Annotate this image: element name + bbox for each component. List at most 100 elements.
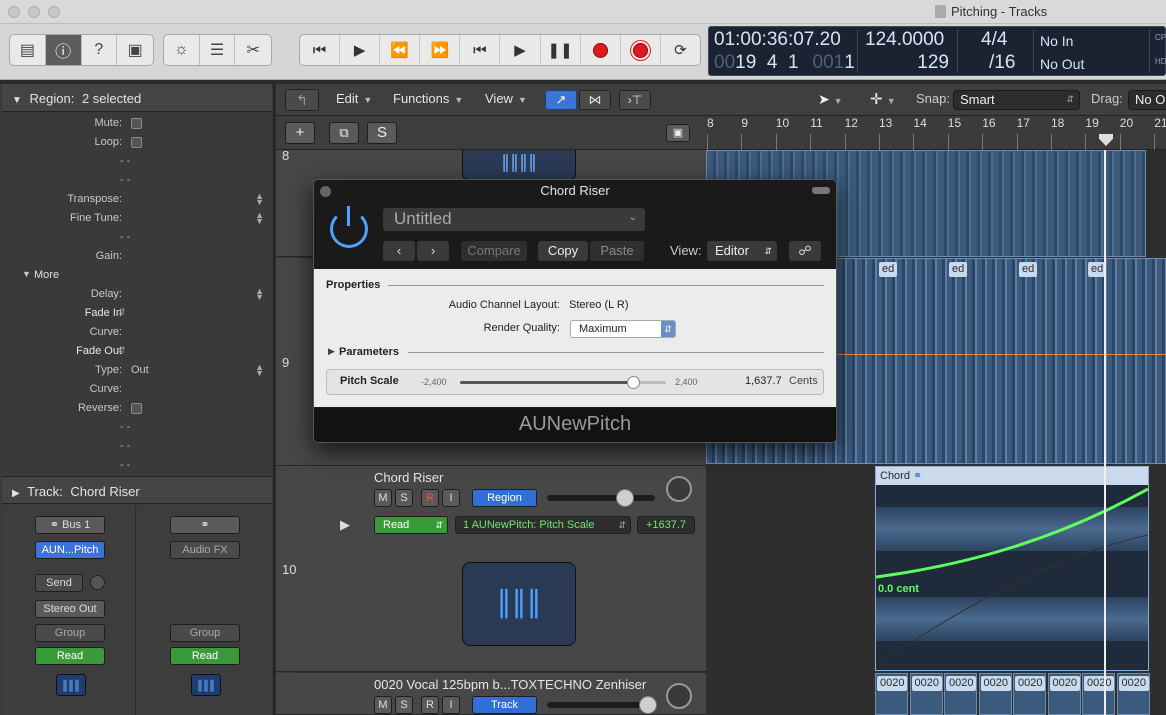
flex-icon[interactable]: ⋈ — [579, 90, 611, 110]
bar-ruler[interactable]: 8 9 10 11 12 13 14 15 16 17 18 19 20 21 — [706, 116, 1166, 150]
audio-region[interactable]: 0020 — [1013, 673, 1046, 715]
library-icon[interactable]: ▤ — [10, 35, 46, 65]
rewind-icon[interactable]: ⏪ — [380, 35, 421, 65]
inspector-row[interactable]: Transpose: ▲ ▼ — [0, 190, 270, 209]
track-name[interactable]: Chord Riser — [374, 470, 443, 485]
paste-button[interactable]: Paste — [590, 241, 644, 261]
inspector-row[interactable]: Loop: — [0, 133, 270, 152]
stepper-icon[interactable]: ▲ ▼ — [255, 287, 264, 302]
record-icon[interactable] — [581, 35, 621, 65]
input-monitor-button[interactable]: I — [442, 696, 460, 714]
checkbox[interactable] — [131, 403, 142, 414]
automation-curve[interactable] — [876, 485, 1148, 671]
play-from-selection-icon[interactable]: ▶ — [340, 35, 381, 65]
mute-button[interactable]: M — [374, 696, 392, 714]
pause-icon[interactable]: ❚❚ — [541, 35, 581, 65]
duplicate-track-icon[interactable]: ⧉ — [329, 122, 359, 144]
stepper-icon[interactable]: ▲ ▼ — [255, 211, 264, 226]
inspector-row[interactable]: Mute: — [0, 114, 270, 133]
stepper-icon[interactable]: ▲ ▼ — [255, 192, 264, 207]
pitch-slider-track[interactable] — [460, 376, 666, 389]
inspector-row[interactable]: Type: Out ▲ ▼ — [0, 361, 270, 380]
add-track-button[interactable]: + — [285, 122, 315, 144]
track-name[interactable]: 0020 Vocal 125bpm b...TOXTECHNO Zenhiser — [374, 677, 646, 692]
zoom-window-button[interactable] — [48, 6, 60, 18]
pan-knob[interactable] — [666, 683, 692, 709]
close-window-button[interactable] — [8, 6, 20, 18]
automation-curve-icon[interactable]: ↗ — [545, 90, 577, 110]
disclosure-right-icon[interactable]: ▶ — [328, 346, 335, 357]
solo-button[interactable]: S — [395, 696, 413, 714]
go-to-beginning-icon[interactable]: ⏮ — [460, 35, 501, 65]
audio-region[interactable]: 0020 — [1082, 673, 1115, 715]
automation-mode[interactable]: Read — [35, 647, 105, 665]
volume-fader[interactable] — [547, 495, 655, 501]
previous-preset-icon[interactable]: ‹ — [383, 241, 415, 261]
output-slot[interactable]: Stereo Out — [35, 600, 105, 618]
parameters-heading[interactable]: Parameters — [339, 346, 399, 358]
inspector-row[interactable]: Reverse: — [0, 399, 270, 418]
fast-forward-icon[interactable]: ⏩ — [420, 35, 461, 65]
lcd-display[interactable]: 01:00:36:07.20 00 19 4 1 001 1 124.0000 129… — [708, 26, 1166, 76]
pitch-slider-thumb[interactable] — [627, 376, 641, 389]
minimize-window-button[interactable] — [28, 6, 40, 18]
next-preset-icon[interactable]: › — [417, 241, 449, 261]
audio-region[interactable]: 0020 — [944, 673, 977, 715]
view-select[interactable]: Editor ⇵ — [707, 241, 777, 261]
send-slot[interactable]: Send — [35, 574, 83, 592]
automation-parameter-select[interactable]: 1 AUNewPitch: Pitch Scale ⇵ — [455, 516, 631, 534]
edit-menu[interactable]: Edit ▼ — [336, 91, 372, 106]
track-inspector-header[interactable]: ▶ Track: Chord Riser — [2, 476, 272, 504]
chord-region[interactable]: Chord ⚭ 0.0 cent — [875, 466, 1149, 671]
group-label[interactable]: More — [34, 269, 59, 281]
pan-knob[interactable] — [666, 476, 692, 502]
inspector-row[interactable]: Delay: ▲ ▼ — [0, 285, 270, 304]
audio-region[interactable]: 0020 — [1116, 673, 1150, 715]
audio-region[interactable]: 0020 — [1047, 673, 1081, 715]
solo-button[interactable]: S — [395, 489, 413, 507]
record-enable-button[interactable]: R — [421, 696, 439, 714]
scissors-icon[interactable]: ✂ — [235, 35, 271, 65]
region-automation-button[interactable]: Region — [472, 489, 537, 507]
group-slot[interactable]: Group — [35, 624, 105, 642]
stepper-icon[interactable]: ⇵ — [118, 345, 126, 356]
link-button[interactable]: ⚭ Bus 1 — [35, 516, 105, 534]
stepper-icon[interactable]: ▲ ▼ — [255, 363, 264, 378]
compare-button[interactable]: Compare — [461, 241, 527, 261]
mute-button[interactable]: M — [374, 489, 392, 507]
preset-menu[interactable]: Untitled ⌄ — [383, 208, 645, 231]
checkbox[interactable] — [131, 118, 142, 129]
view-menu[interactable]: View ▼ — [485, 91, 527, 106]
copy-button[interactable]: Copy — [538, 241, 588, 261]
render-quality-select[interactable]: Maximum ⇵ — [570, 320, 676, 338]
plugin-slot-aunewpitch[interactable]: AUN...Pitch — [35, 541, 105, 559]
inspector-row[interactable]: Fine Tune: ▲ ▼ — [0, 209, 270, 228]
volume-fader-thumb[interactable] — [639, 696, 657, 714]
track-header-chord-riser[interactable]: Chord Riser M S R I Region ▶ Read ⇵ 1 AUN… — [276, 466, 706, 672]
drag-select[interactable]: No O — [1128, 90, 1166, 110]
pitch-value[interactable]: 1,637.7 — [745, 375, 782, 387]
cycle-icon[interactable]: ⟳ — [661, 35, 700, 65]
volume-fader-thumb[interactable] — [616, 489, 634, 507]
go-to-start-icon[interactable]: ⏮ — [300, 35, 341, 65]
checkbox[interactable] — [131, 137, 142, 148]
automation-mode-2[interactable]: Read — [170, 647, 240, 665]
link-icon[interactable]: ☍ — [789, 241, 821, 261]
disclosure-right-icon[interactable]: ▶ — [340, 517, 350, 533]
crosshair-tool-icon[interactable]: ✛ ▼ — [870, 90, 896, 108]
track-automation-button[interactable]: Track — [472, 696, 537, 714]
functions-menu[interactable]: Functions ▼ — [393, 91, 463, 106]
editors-icon[interactable]: ▣ — [117, 35, 153, 65]
plugin-resize-button[interactable] — [812, 187, 830, 194]
playhead[interactable] — [1104, 150, 1106, 715]
stepper-icon[interactable]: ⇵ — [118, 307, 126, 318]
disclosure-down-icon[interactable]: ▼ — [22, 269, 31, 279]
link-icon[interactable]: ⚭ — [170, 516, 240, 534]
collapse-icon[interactable]: ▣ — [666, 124, 690, 142]
audio-region[interactable]: 0020 — [978, 673, 1012, 715]
send-level-knob[interactable] — [90, 575, 105, 590]
input-monitor-button[interactable]: I — [442, 489, 460, 507]
snap-select[interactable]: Smart ⇵ — [953, 90, 1080, 110]
help-icon[interactable]: ? — [82, 35, 118, 65]
capture-record-icon[interactable] — [621, 35, 661, 65]
